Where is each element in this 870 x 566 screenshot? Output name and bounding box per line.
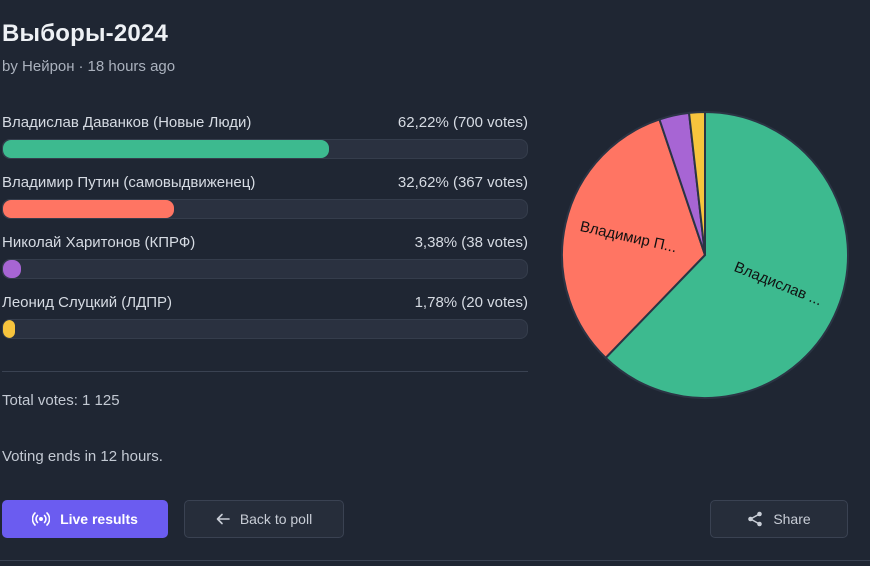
option-progress-fill (3, 200, 174, 218)
bottom-border (0, 560, 870, 561)
option-percent: 62,22% (700 votes) (397, 114, 528, 131)
option-progress-fill (3, 260, 21, 278)
option-progress-track (2, 139, 528, 159)
poll-option: Николай Харитонов (КПРФ) 3,38% (38 votes… (2, 232, 528, 292)
poll-title: Выборы-2024 (2, 20, 169, 47)
option-percent: 1,78% (20 votes) (414, 294, 528, 311)
option-label: Леонид Слуцкий (ЛДПР) (2, 294, 173, 311)
results-pie-chart: Владислав ...Владимир П... (561, 110, 849, 399)
share-icon (747, 511, 763, 527)
back-to-poll-button[interactable]: Back to poll (184, 500, 344, 538)
option-progress-track (2, 199, 528, 219)
arrow-left-icon (216, 513, 230, 525)
live-results-label: Live results (60, 511, 138, 527)
broadcast-icon (32, 512, 51, 526)
poll-option: Леонид Слуцкий (ЛДПР) 1,78% (20 votes) (2, 292, 528, 352)
option-percent: 3,38% (38 votes) (414, 234, 528, 251)
poll-byline: by Нейрон · 18 hours ago (2, 58, 175, 75)
voting-ends: Voting ends in 12 hours. (2, 448, 163, 465)
option-percent: 32,62% (367 votes) (397, 174, 528, 191)
back-to-poll-label: Back to poll (239, 511, 313, 527)
poll-option: Владислав Даванков (Новые Люди) 62,22% (… (2, 112, 528, 172)
poll-option: Владимир Путин (самовыдвиженец) 32,62% (… (2, 172, 528, 232)
author-prefix: by (2, 58, 18, 75)
option-progress-track (2, 319, 528, 339)
author-name: Нейрон (22, 58, 75, 75)
byline-separator: · (78, 58, 84, 75)
time-ago: 18 hours ago (87, 58, 176, 75)
live-results-button[interactable]: Live results (2, 500, 168, 538)
divider (2, 371, 528, 372)
option-label: Николай Харитонов (КПРФ) (2, 234, 196, 251)
poll-options: Владислав Даванков (Новые Люди) 62,22% (… (2, 112, 528, 352)
total-votes: Total votes: 1 125 (2, 392, 120, 409)
option-label: Владислав Даванков (Новые Люди) (2, 114, 252, 131)
option-label: Владимир Путин (самовыдвиженец) (2, 174, 256, 191)
share-label: Share (773, 511, 811, 527)
option-progress-fill (3, 320, 15, 338)
option-progress-fill (3, 140, 330, 158)
share-button[interactable]: Share (710, 500, 848, 538)
option-progress-track (2, 259, 528, 279)
